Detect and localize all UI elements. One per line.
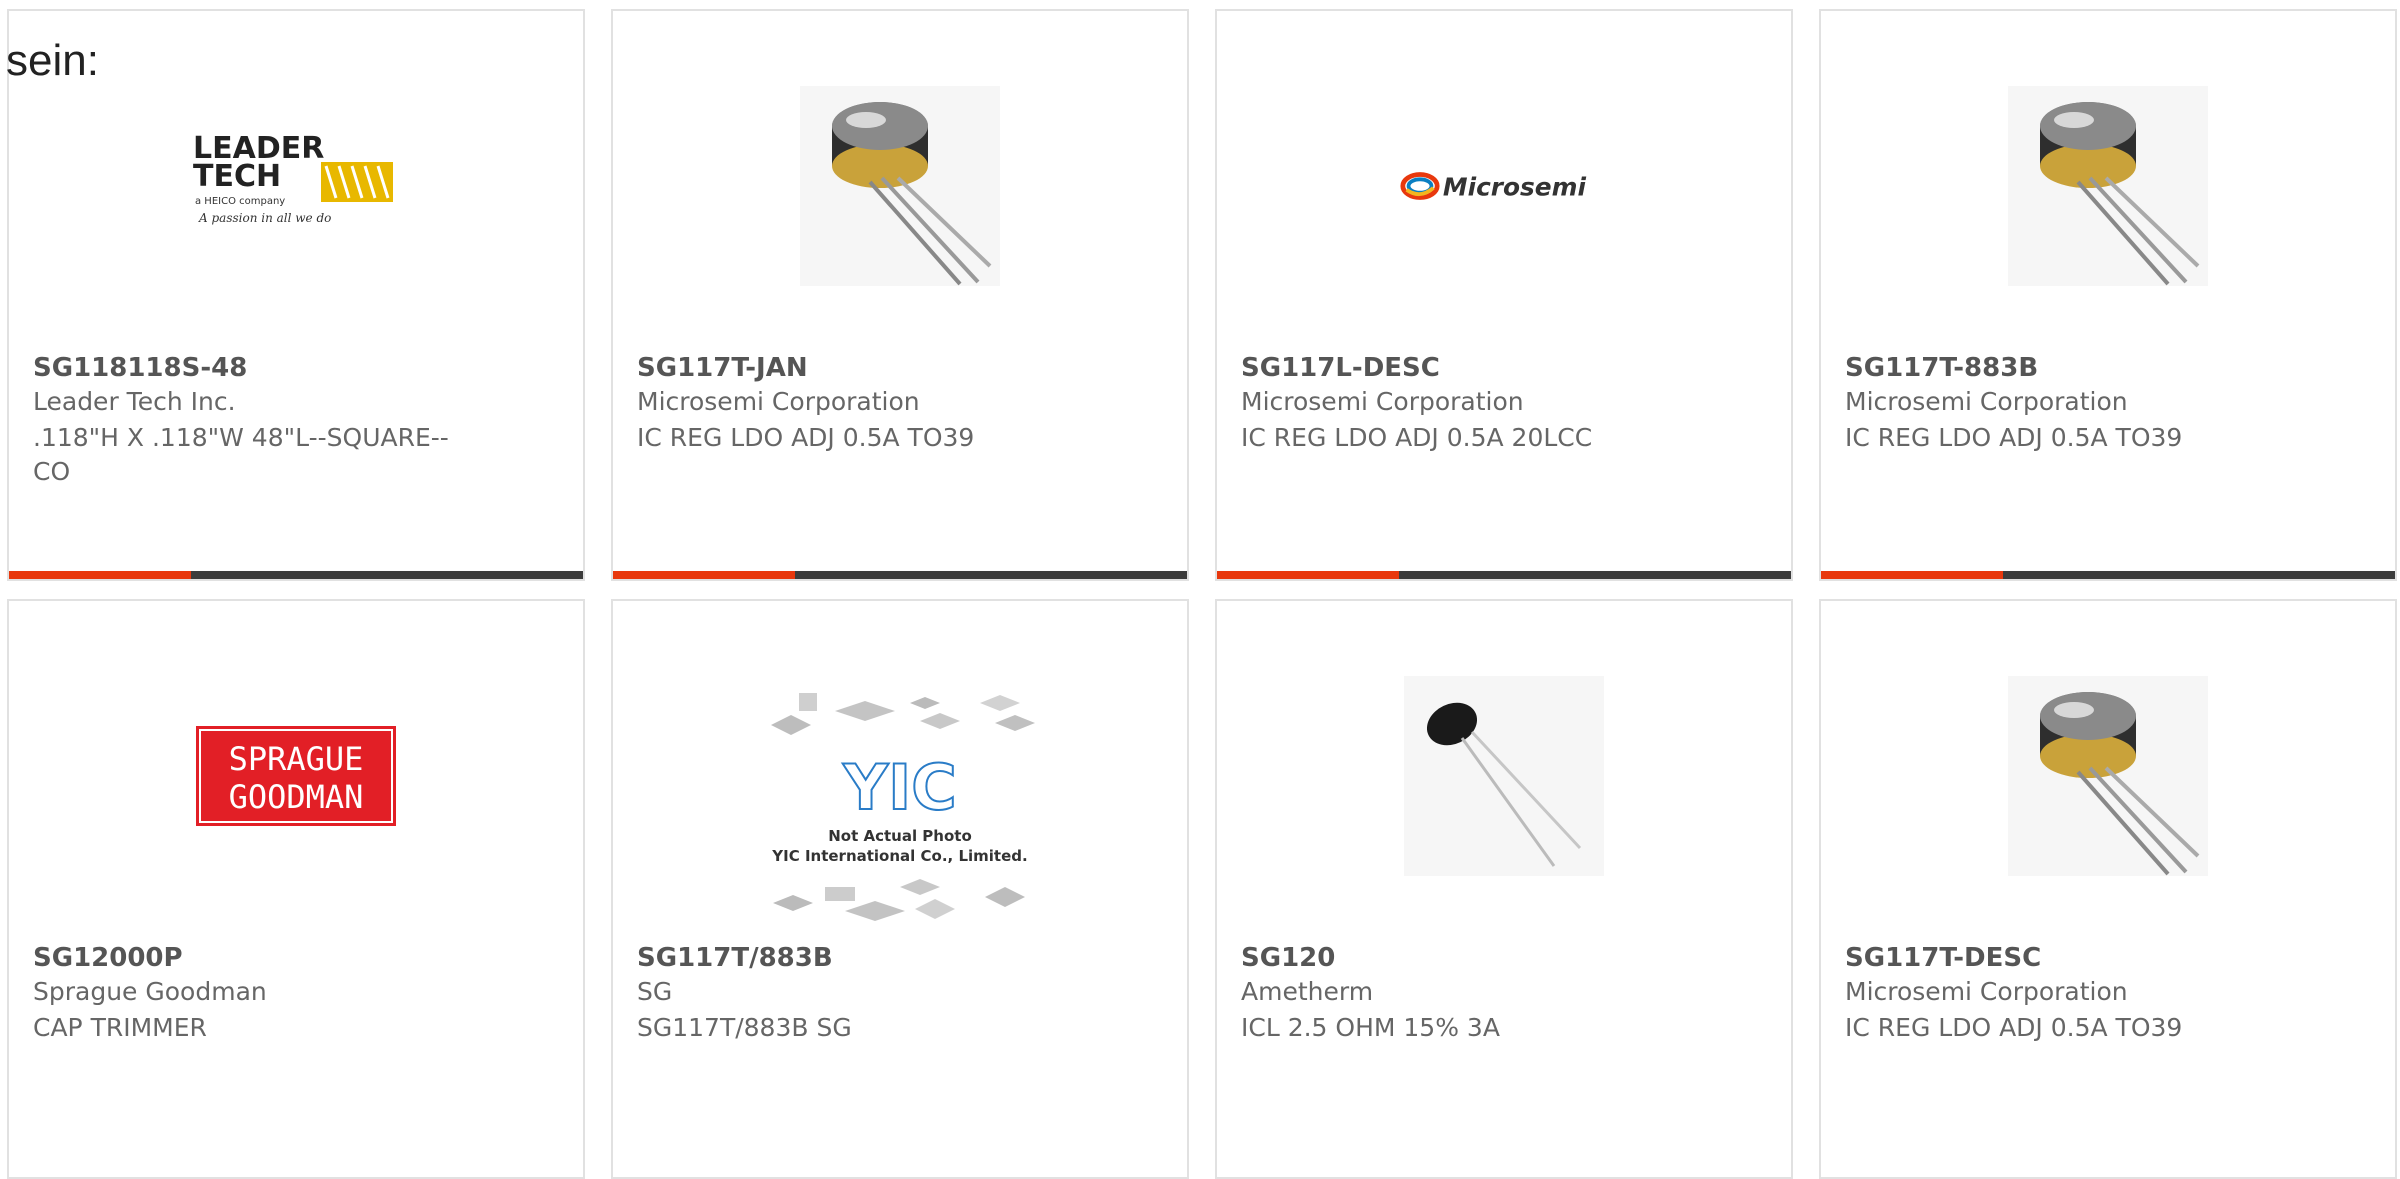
product-card[interactable]: SG120 Ametherm ICL 2.5 OHM 15% 3A xyxy=(1215,599,1793,1179)
card-accent-bar xyxy=(1821,571,2395,579)
card-accent-bar xyxy=(1217,571,1791,579)
product-card[interactable]: SG117T-883B Microsemi Corporation IC REG… xyxy=(1819,9,2397,581)
svg-text:TECH: TECH xyxy=(193,159,281,194)
manufacturer: Sprague Goodman xyxy=(33,977,267,1006)
description: ICL 2.5 OHM 15% 3A xyxy=(1241,1013,1500,1042)
intro-text: sein: xyxy=(6,36,99,85)
manufacturer: Microsemi Corporation xyxy=(1845,977,2128,1006)
svg-text:Microsemi: Microsemi xyxy=(1443,173,1587,202)
manufacturer: Microsemi Corporation xyxy=(1241,387,1524,416)
manufacturer: Ametherm xyxy=(1241,977,1374,1006)
thermistor-image xyxy=(1399,671,1609,881)
description: IC REG LDO ADJ 0.5A TO39 xyxy=(1845,423,2183,452)
part-number[interactable]: SG118118S-48 xyxy=(33,353,247,383)
description: IC REG LDO ADJ 0.5A 20LCC xyxy=(1241,423,1593,452)
part-number[interactable]: SG117T/883B xyxy=(637,943,833,973)
manufacturer: Microsemi Corporation xyxy=(637,387,920,416)
description: CAP TRIMMER xyxy=(33,1013,207,1042)
svg-text:YIC: YIC xyxy=(842,751,956,824)
manufacturer: Microsemi Corporation xyxy=(1845,387,2128,416)
microsemi-logo: Microsemi xyxy=(1399,81,1609,291)
to39-can-image xyxy=(2003,671,2213,881)
product-card[interactable]: SG117T-DESC Microsemi Corporation IC REG… xyxy=(1819,599,2397,1179)
svg-text:YIC International Co., Limited: YIC International Co., Limited. xyxy=(771,847,1027,865)
part-number[interactable]: SG117L-DESC xyxy=(1241,353,1440,383)
card-accent-bar xyxy=(613,571,1187,579)
part-number[interactable]: SG117T-JAN xyxy=(637,353,808,383)
to39-can-image xyxy=(2003,81,2213,291)
product-card[interactable]: SG117T-JAN Microsemi Corporation IC REG … xyxy=(611,9,1189,581)
manufacturer: SG xyxy=(637,977,673,1006)
svg-text:A passion in all we do: A passion in all we do xyxy=(198,211,331,225)
part-number[interactable]: SG117T-DESC xyxy=(1845,943,2041,973)
leader-tech-logo: LEADER TECH a HEICO company A passion in… xyxy=(191,81,401,291)
product-card[interactable]: LEADER TECH a HEICO company A passion in… xyxy=(7,9,585,581)
part-number[interactable]: SG120 xyxy=(1241,943,1335,973)
svg-text:a HEICO company: a HEICO company xyxy=(195,196,285,207)
svg-text:Not Actual Photo: Not Actual Photo xyxy=(828,827,972,845)
product-card[interactable]: YIC Not Actual Photo YIC International C… xyxy=(611,599,1189,1179)
svg-text:SPRAGUE: SPRAGUE xyxy=(229,740,364,778)
manufacturer: Leader Tech Inc. xyxy=(33,387,236,416)
sprague-goodman-logo: SPRAGUE GOODMAN xyxy=(191,671,401,881)
part-number[interactable]: SG117T-883B xyxy=(1845,353,2038,383)
description: .118"H X .118"W 48"L--SQUARE--CO xyxy=(33,423,449,486)
description: IC REG LDO ADJ 0.5A TO39 xyxy=(637,423,975,452)
card-accent-bar xyxy=(9,571,583,579)
to39-can-image xyxy=(795,81,1005,291)
product-card[interactable]: SPRAGUE GOODMAN SG12000P Sprague Goodman… xyxy=(7,599,585,1179)
product-card[interactable]: Microsemi SG117L-DESC Microsemi Corporat… xyxy=(1215,9,1793,581)
description: SG117T/883B SG xyxy=(637,1013,852,1042)
part-number[interactable]: SG12000P xyxy=(33,943,183,973)
yic-placeholder-image: YIC Not Actual Photo YIC International C… xyxy=(765,689,1035,929)
svg-text:GOODMAN: GOODMAN xyxy=(229,778,364,816)
description: IC REG LDO ADJ 0.5A TO39 xyxy=(1845,1013,2183,1042)
